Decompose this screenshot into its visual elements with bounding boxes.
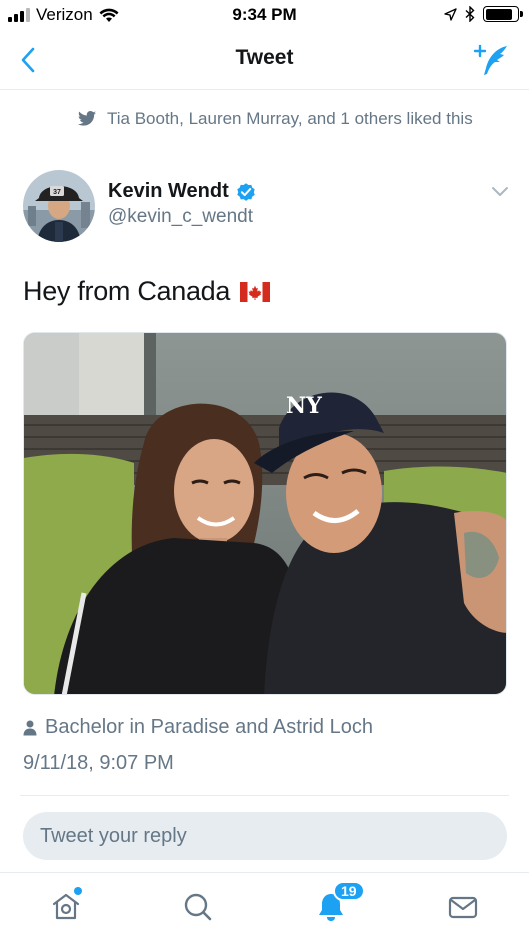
tweet-place[interactable]: Bachelor in Paradise and Astrid Loch [23,716,373,739]
divider [20,795,509,796]
location-icon [444,7,457,21]
bluetooth-icon [465,6,475,22]
messages-icon [448,896,478,919]
person-icon [23,720,37,735]
twitter-bird-icon [78,111,96,126]
status-bar: Verizon 9:34 PM [0,0,529,30]
chevron-down-icon[interactable] [491,186,509,198]
verified-icon [237,182,255,201]
social-context[interactable]: Tia Booth, Lauren Murray, and 1 others l… [78,108,498,130]
compose-icon[interactable] [471,42,511,78]
svg-text:NY: NY [286,393,322,419]
reply-placeholder: Tweet your reply [40,825,187,847]
status-right [444,6,523,22]
tweet-timestamp: 9/11/18, 9:07 PM [23,752,174,774]
liked-by-text: Tia Booth, Lauren Murray, and 1 others l… [107,109,473,128]
svg-text:37: 37 [53,189,61,196]
author-handle[interactable]: @kevin_c_wendt [108,206,253,228]
search-icon [184,893,212,921]
author-name[interactable]: Kevin Wendt [108,180,257,203]
notifications-badge: 19 [333,881,365,901]
tab-bar: 19 [0,872,529,940]
page-title: Tweet [235,46,294,69]
author-name-text: Kevin Wendt [108,180,229,202]
tweet-text: Hey from Canada [23,276,271,307]
tweet-place-text: Bachelor in Paradise and Astrid Loch [45,716,373,738]
home-new-dot [74,887,82,895]
tab-messages[interactable] [443,887,483,927]
tab-notifications[interactable]: 19 [311,881,365,927]
battery-icon [483,6,523,22]
canada-flag-icon [240,281,271,302]
avatar[interactable]: 37 [23,170,95,242]
reply-input[interactable]: Tweet your reply [23,812,507,860]
tab-home[interactable] [46,887,86,927]
tweet-photo[interactable]: NY [23,332,507,695]
tweet-text-content: Hey from Canada [23,276,231,306]
nav-bar: Tweet [0,30,529,90]
home-icon [52,893,80,920]
tab-search[interactable] [178,887,218,927]
